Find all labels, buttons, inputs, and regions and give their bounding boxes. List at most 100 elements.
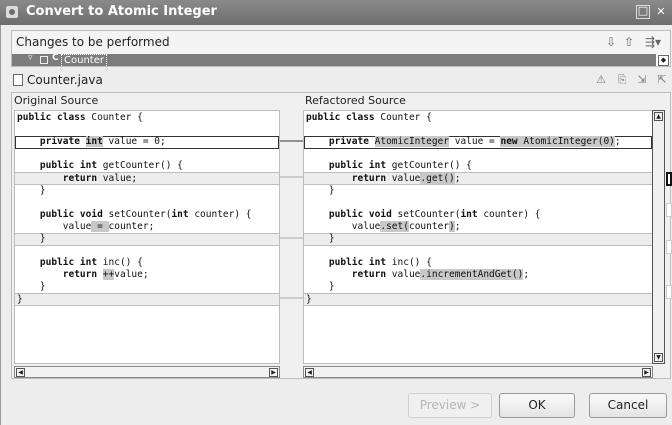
scroll-down-arrow-icon[interactable]: ▼: [654, 353, 663, 362]
class-icon: C: [52, 54, 59, 63]
code-token: }: [17, 293, 23, 305]
maximize-button[interactable]: □: [636, 5, 650, 19]
code-line: }: [17, 281, 46, 293]
scroll-left-arrow-icon[interactable]: ◀: [305, 368, 314, 377]
code-token: }: [17, 281, 46, 293]
compare-viewer: Original Source Refactored Source public…: [11, 92, 672, 379]
changes-tree[interactable]: ▿ C Counter ◆: [11, 54, 671, 67]
code-line: public class Counter {: [306, 112, 432, 124]
code-token: ;: [523, 269, 530, 281]
code-token: public class: [17, 112, 92, 123]
overview-marker[interactable]: [666, 172, 672, 186]
code-token: getCounter() {: [391, 160, 472, 172]
java-file-icon: [13, 74, 23, 86]
item-checkbox[interactable]: [40, 56, 48, 64]
code-token: ++: [102, 269, 115, 281]
window-title: Convert to Atomic Integer: [26, 4, 217, 19]
code-token: value: [306, 220, 381, 232]
code-token: public int: [17, 257, 103, 269]
tree-item-counter[interactable]: ▿ C Counter: [12, 54, 656, 66]
code-token: value;: [102, 172, 138, 184]
changes-header: Changes to be performed ⇩ ⇧ ⇶▾: [11, 30, 671, 54]
compare-file-bar: Counter.java ⚠ ⎘ ⇲ ⇱: [11, 70, 671, 90]
left-code-pane[interactable]: public class Counter { private int value…: [14, 110, 280, 364]
filter-dropdown-icon[interactable]: ⇶▾: [642, 35, 664, 49]
code-line: value.set(counter);: [306, 220, 460, 233]
code-line: }: [306, 185, 335, 197]
scroll-up-arrow-icon[interactable]: ▲: [654, 112, 663, 121]
diff-connector-gutter: [280, 140, 304, 299]
code-token: int: [85, 136, 103, 148]
scroll-right-arrow-icon[interactable]: ▶: [269, 368, 278, 377]
code-line: private int value = 0;: [17, 136, 166, 148]
code-token: .set(: [380, 220, 409, 232]
code-token: }: [306, 281, 335, 293]
vertical-scrollbar[interactable]: ▲ ▼: [652, 110, 665, 364]
code-token: AtomicInteger: [374, 136, 449, 148]
code-token: .incrementAndGet(): [420, 269, 524, 281]
scroll-right-arrow-icon[interactable]: ▶: [642, 368, 651, 377]
preview-button[interactable]: Preview >: [408, 393, 492, 418]
code-line: public int inc() {: [306, 257, 432, 269]
cancel-button[interactable]: Cancel: [589, 393, 667, 418]
code-line: private AtomicInteger value = new Atomic…: [306, 136, 621, 148]
code-token: public int: [17, 160, 103, 172]
code-token: }: [17, 233, 46, 244]
previous-difference-icon[interactable]: ⇱: [655, 73, 669, 87]
diff-band[interactable]: [15, 233, 279, 246]
code-token: public class: [306, 112, 381, 123]
overview-marker[interactable]: [666, 285, 672, 299]
diff-band[interactable]: [304, 233, 652, 246]
code-token: }: [306, 293, 312, 305]
code-line: public int getCounter() {: [306, 160, 472, 172]
code-token: value: [391, 172, 421, 184]
code-line: public void setCounter(int counter) {: [306, 209, 541, 221]
tree-scroll-button[interactable]: ◆: [658, 55, 669, 66]
code-line: }: [17, 294, 23, 306]
next-difference-icon[interactable]: ⇲: [635, 73, 649, 87]
code-token: public int: [306, 257, 392, 269]
overview-marker[interactable]: [666, 203, 672, 217]
expand-toggle-icon[interactable]: ▿: [28, 54, 33, 63]
code-line: return value;: [17, 173, 137, 185]
right-pane-title: Refactored Source: [305, 94, 406, 107]
scroll-left-arrow-icon[interactable]: ◀: [16, 368, 25, 377]
right-horizontal-scrollbar[interactable]: ◀ ▶: [303, 366, 653, 378]
code-token: new: [500, 136, 524, 148]
compare-file-name: Counter.java: [27, 73, 103, 87]
overview-ruler[interactable]: [666, 110, 672, 364]
changes-header-label: Changes to be performed: [16, 35, 170, 49]
overview-marker[interactable]: [666, 240, 672, 254]
code-token: public void: [306, 208, 398, 220]
code-token: inc() {: [102, 257, 143, 269]
code-line: value = counter;: [17, 220, 154, 233]
code-token: counter) {: [194, 208, 252, 220]
ok-button[interactable]: OK: [499, 393, 575, 418]
close-button[interactable]: ✕: [654, 5, 668, 19]
code-token: return: [17, 269, 103, 281]
ignore-whitespace-icon[interactable]: ⚠: [594, 73, 608, 87]
code-line: return value.incrementAndGet();: [306, 269, 529, 281]
diff-band[interactable]: [304, 293, 652, 306]
code-token: int: [460, 208, 484, 220]
code-token: public int: [306, 160, 392, 172]
code-token: return: [306, 172, 392, 184]
code-token: counter: [408, 220, 450, 232]
right-code-pane[interactable]: public class Counter { private AtomicInt…: [303, 110, 653, 364]
next-change-icon[interactable]: ⇩: [604, 35, 618, 49]
code-token: return: [17, 172, 103, 184]
code-token: private: [17, 136, 86, 148]
code-token: }: [306, 233, 335, 244]
diff-band[interactable]: [15, 293, 279, 306]
code-line: public void setCounter(int counter) {: [17, 209, 252, 221]
previous-change-icon[interactable]: ⇧: [622, 35, 636, 49]
left-pane-title: Original Source: [14, 94, 99, 107]
code-token: counter) {: [483, 208, 541, 220]
code-token: setCounter(: [108, 208, 172, 220]
code-line: return value.get();: [306, 172, 460, 185]
copy-left-to-right-icon[interactable]: ⎘: [615, 73, 629, 87]
code-line: }: [306, 294, 312, 306]
left-horizontal-scrollbar[interactable]: ◀ ▶: [14, 366, 280, 378]
code-line: public int inc() {: [17, 257, 143, 269]
code-token: setCounter(: [397, 208, 461, 220]
